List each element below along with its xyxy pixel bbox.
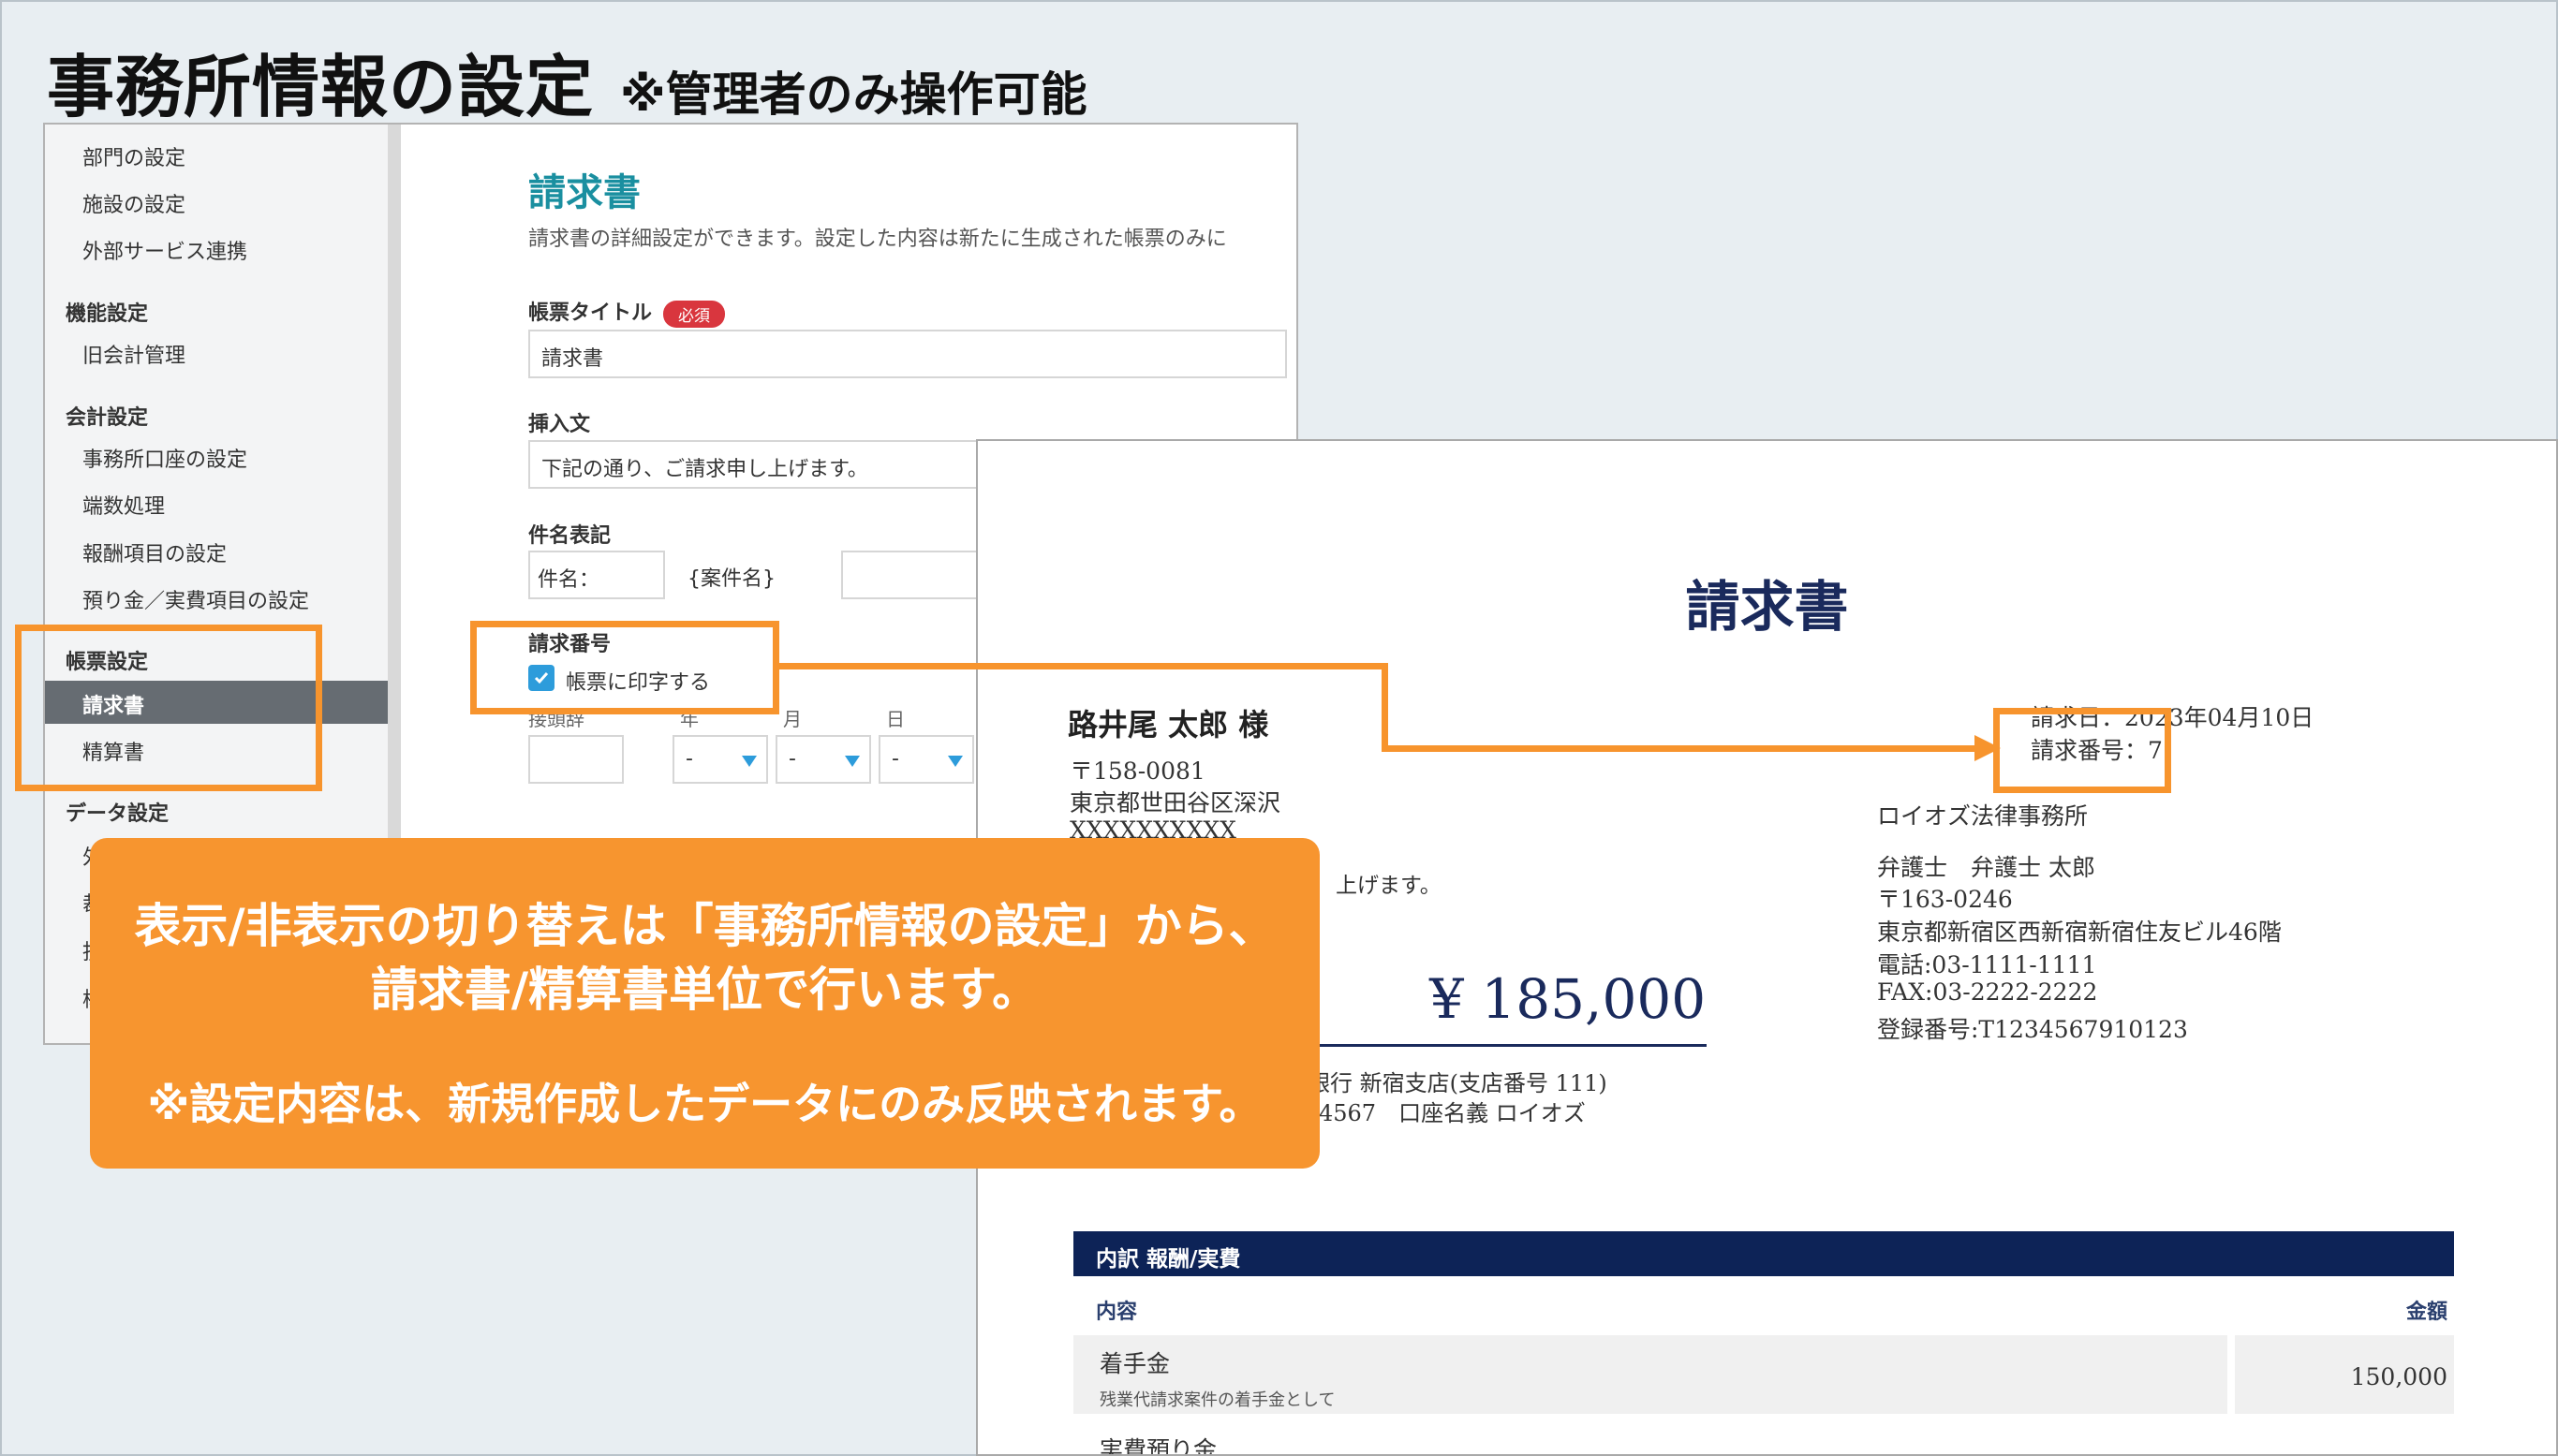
subject-case-name-token: {案件名}: [688, 567, 776, 591]
callout-line3: ※設定内容は、新規作成したデータにのみ反映されます。: [147, 1079, 1263, 1129]
year-select-value: -: [686, 747, 693, 771]
invoice-client-address: 東京都世田谷区深沢: [1070, 789, 1281, 816]
section-title: 請求書: [528, 171, 641, 214]
table-row-amount: 150,000: [2350, 1363, 2447, 1390]
subject-label: 件名表記: [528, 524, 612, 548]
table-row-title: 着手金: [1100, 1350, 1171, 1377]
insert-text-label: 挿入文: [528, 413, 591, 436]
page-headline: 事務所情報の設定 ※管理者のみ操作可能: [47, 32, 1087, 130]
connector-vertical: [1382, 663, 1388, 752]
highlight-invoice-number-checkbox: [470, 621, 779, 714]
connector-horizontal-1: [779, 663, 1388, 669]
invoice-bank-line2: 4567 口座名義 ロイオズ: [1319, 1100, 1586, 1126]
subject-prefix-input[interactable]: 件名：: [528, 551, 665, 599]
sidebar-item-legacy-accounting[interactable]: 旧会計管理: [82, 339, 185, 369]
sidebar-heading-function: 機能設定: [66, 302, 149, 326]
prefix-input[interactable]: [528, 735, 624, 784]
breakdown-header: 内訳 報酬/実費: [1073, 1231, 2454, 1276]
invoice-firm-address: 東京都新宿区西新宿新宿住友ビル46階: [1877, 919, 2282, 946]
table-head-amount: 金額: [2405, 1301, 2447, 1324]
invoice-total-amount: ¥ 185,000: [1429, 967, 1707, 1031]
table-row2-title: 実費預り金: [1100, 1436, 1218, 1456]
invoice-greeting: 上げます。: [1336, 874, 1442, 898]
day-select-value: -: [892, 747, 899, 771]
table-head-content: 内容: [1096, 1301, 1138, 1324]
invoice-lawyer: 弁護士 弁護士 太郎: [1877, 854, 2095, 881]
callout-line2: 請求書/精算書単位で行います。: [370, 963, 1040, 1017]
connector-horizontal-2: [1382, 745, 1981, 752]
sidebar-item-external-services[interactable]: 外部サービス連携: [82, 235, 247, 265]
subject-suffix-input[interactable]: [841, 551, 982, 599]
invoice-registration: 登録番号:T1234567910123: [1877, 1016, 2188, 1043]
day-select[interactable]: -: [879, 735, 974, 784]
invoice-client-name: 路井尾 太郎 様: [1068, 707, 1269, 743]
headline-sub: ※管理者のみ操作可能: [620, 67, 1087, 122]
sidebar-item-departments[interactable]: 部門の設定: [82, 141, 185, 171]
form-title-label-text: 帳票タイトル: [528, 301, 653, 325]
day-caret-icon: [948, 756, 963, 767]
col-day-label: 日: [886, 708, 905, 730]
year-caret-icon: [742, 756, 757, 767]
invoice-firm-postal: 〒163-0246: [1877, 886, 2013, 913]
invoice-title: 請求書: [1685, 575, 1849, 639]
col-month-label: 月: [783, 708, 802, 730]
sidebar-item-fee-items[interactable]: 報酬項目の設定: [82, 537, 227, 567]
invoice-client-postal: 〒158-0081: [1070, 757, 1205, 785]
month-select[interactable]: -: [776, 735, 871, 784]
year-select[interactable]: -: [673, 735, 768, 784]
invoice-firm-name: ロイオズ法律事務所: [1877, 802, 2089, 830]
section-description: 請求書の詳細設定ができます。設定した内容は新たに生成された帳票のみに: [528, 228, 1227, 251]
month-select-value: -: [789, 747, 796, 771]
invoice-bank-line1: 銀行 新宿支店(支店番号 111): [1308, 1070, 1607, 1096]
form-title-input[interactable]: 請求書: [528, 330, 1287, 378]
callout-line1: 表示/非表示の切り替えは「事務所情報の設定」から、: [134, 899, 1276, 953]
table-row-note: 残業代請求案件の着手金として: [1100, 1390, 1336, 1410]
required-badge: 必須: [663, 300, 726, 328]
headline-main: 事務所情報の設定: [47, 48, 595, 126]
sidebar-item-facilities[interactable]: 施設の設定: [82, 188, 185, 218]
sidebar-item-rounding[interactable]: 端数処理: [82, 490, 165, 520]
highlight-forms-group: [15, 625, 322, 791]
sidebar-item-deposit-items[interactable]: 預り金／実費項目の設定: [82, 584, 309, 614]
sidebar-heading-accounting: 会計設定: [66, 406, 149, 430]
connector-arrow-icon: [1974, 735, 2001, 761]
sidebar-heading-data: データ設定: [66, 802, 170, 826]
highlight-invoice-number-preview: [1993, 708, 2171, 793]
explanation-callout: 表示/非表示の切り替えは「事務所情報の設定」から、 請求書/精算書単位で行います…: [90, 838, 1320, 1169]
invoice-phone: 電話:03-1111-1111: [1877, 951, 2097, 978]
invoice-fax: FAX:03-2222-2222: [1877, 978, 2098, 1006]
sidebar-item-office-account[interactable]: 事務所口座の設定: [82, 443, 247, 473]
month-caret-icon: [845, 756, 860, 767]
form-title-label: 帳票タイトル 必須: [528, 296, 726, 328]
